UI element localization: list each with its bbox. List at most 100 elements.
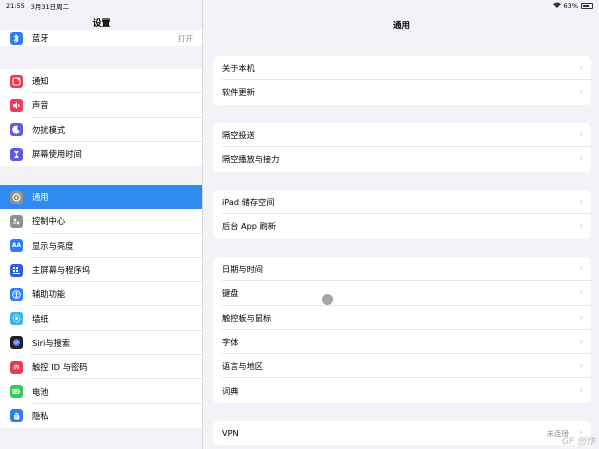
setting-row[interactable]: 触控板与鼠标 ›: [213, 306, 591, 330]
sidebar-group-connectivity: 蓝牙 打开: [0, 30, 202, 46]
sidebar-title: 设置: [92, 19, 111, 29]
settings-sidebar: 设置 蓝牙 打开 通知声音勿扰模式屏幕使用时间 通用控制中心 AA 显示与亮度主屏幕…: [0, 0, 203, 449]
setting-row-label: 字体: [222, 337, 239, 348]
setting-row[interactable]: 隔空播放与接力 ›: [213, 147, 591, 171]
settings-group: 隔空投送 › 隔空播放与接力 ›: [213, 123, 591, 172]
sidebar-item-label: 控制中心: [32, 216, 66, 227]
gear-icon: [10, 190, 23, 204]
sidebar-group-general: 通用控制中心 AA 显示与亮度主屏幕与程序坞 辅助功能墙纸 Siri与搜索触控 ID 与…: [0, 185, 202, 428]
settings-group: 日期与时间 › 键盘 › 触控板与鼠标 › 字体 › 语言与地区 › 词典 ›: [213, 257, 591, 403]
status-time: 21:55: [6, 1, 25, 10]
sounds-icon: [10, 98, 23, 112]
chevron-right-icon: ›: [579, 337, 583, 348]
sidebar-item-accessibility[interactable]: 辅助功能: [0, 282, 202, 307]
setting-row-label: iPad 储存空间: [222, 197, 275, 208]
sidebar-group-notifications: 通知声音勿扰模式屏幕使用时间: [0, 69, 202, 167]
chevron-right-icon: ›: [579, 221, 583, 232]
chevron-right-icon: ›: [579, 312, 583, 323]
home-screen-icon: [10, 263, 23, 277]
sidebar-item-control-center[interactable]: 控制中心: [0, 209, 202, 234]
sidebar-item-gear[interactable]: 通用: [0, 185, 202, 210]
sidebar-item-hand[interactable]: 隐私: [0, 404, 202, 428]
sidebar-item-home-screen[interactable]: 主屏幕与程序坞: [0, 258, 202, 283]
setting-row-label: 日期与时间: [222, 264, 263, 275]
sidebar-item-label: 勿扰模式: [32, 124, 66, 135]
setting-row[interactable]: 软件更新 ›: [213, 80, 591, 104]
sidebar-item-label: 触控 ID 与密码: [32, 362, 88, 373]
siri-icon: [10, 336, 23, 350]
sidebar-item-label: 屏幕使用时间: [32, 149, 82, 160]
setting-row-label: 词典: [222, 385, 239, 396]
sidebar-item-siri[interactable]: Siri与搜索: [0, 331, 202, 356]
chevron-right-icon: ›: [579, 87, 583, 98]
notifications-icon: [10, 74, 23, 88]
setting-row-label: VPN: [222, 428, 239, 439]
sidebar-item-sounds[interactable]: 声音: [0, 93, 202, 118]
sidebar-item-label: 电池: [32, 386, 49, 397]
setting-row-label: 触控板与鼠标: [222, 312, 272, 323]
control-center-icon: [10, 214, 23, 228]
sidebar-item-label: 墙纸: [32, 313, 49, 324]
setting-row[interactable]: 词典 ›: [213, 378, 591, 402]
sidebar-item-label: 主屏幕与程序坞: [32, 265, 91, 276]
status-bar: 21:55 3月31日周二 63%: [0, 0, 599, 11]
setting-row[interactable]: 隔空投送 ›: [213, 123, 591, 148]
setting-row[interactable]: 字体 ›: [213, 330, 591, 355]
sidebar-item-label: 通用: [32, 192, 49, 203]
wallpaper-icon: [10, 312, 23, 326]
general-settings-panel: 通用 关于本机 › 软件更新 › 隔空投送 › 隔空播放与接力 › iPad 储存空间 › 后台 A…: [204, 0, 599, 449]
battery-percent: 63%: [563, 1, 578, 10]
sidebar-item-battery[interactable]: 电池: [0, 379, 202, 404]
chevron-right-icon: ›: [579, 197, 583, 208]
sidebar-item-wallpaper[interactable]: 墙纸: [0, 306, 202, 331]
accessibility-icon: [10, 287, 23, 301]
chevron-right-icon: ›: [579, 154, 583, 165]
settings-group: 关于本机 › 软件更新 ›: [213, 56, 591, 105]
pointer-cursor: [322, 294, 333, 305]
chevron-right-icon: ›: [579, 361, 583, 372]
chevron-right-icon: ›: [579, 130, 583, 141]
chevron-right-icon: ›: [579, 385, 583, 396]
setting-row[interactable]: 键盘 ›: [213, 281, 591, 306]
status-date: 3月31日周二: [30, 2, 70, 11]
chevron-right-icon: ›: [579, 264, 583, 275]
setting-row[interactable]: 关于本机 ›: [213, 56, 591, 81]
setting-row-label: 软件更新: [222, 87, 255, 98]
settings-group: iPad 储存空间 › 后台 App 刷新 ›: [213, 190, 591, 239]
sidebar-item-hourglass[interactable]: 屏幕使用时间: [0, 142, 202, 166]
hourglass-icon: [10, 147, 23, 161]
wifi-icon: [552, 2, 561, 10]
sidebar-item-label: 通知: [32, 76, 49, 87]
setting-row-label: 关于本机: [222, 63, 255, 74]
status-right: 63%: [552, 1, 593, 10]
watermark-logo: GF 创作: [561, 437, 595, 447]
bluetooth-icon: [10, 31, 23, 45]
moon-icon: [10, 123, 23, 137]
sidebar-item-value: 打开: [178, 33, 193, 43]
sidebar-item-touch-id[interactable]: 触控 ID 与密码: [0, 355, 202, 380]
setting-row[interactable]: 后台 App 刷新 ›: [213, 214, 591, 238]
sidebar-item-label: 蓝牙: [32, 33, 49, 43]
setting-row-label: 语言与地区: [222, 361, 263, 372]
sidebar-item-display[interactable]: AA 显示与亮度: [0, 234, 202, 258]
battery-status-icon: [581, 2, 593, 9]
page-title: 通用: [392, 21, 410, 31]
setting-row-label: 隔空播放与接力: [222, 154, 280, 165]
sidebar-item-notifications[interactable]: 通知: [0, 69, 202, 94]
setting-row[interactable]: 日期与时间 ›: [213, 257, 591, 282]
hand-icon: [10, 409, 23, 423]
sidebar-item-moon[interactable]: 勿扰模式: [0, 118, 202, 142]
chevron-right-icon: ›: [579, 288, 583, 299]
touch-id-icon: [10, 360, 23, 374]
sidebar-item-label: 辅助功能: [32, 289, 66, 300]
setting-row-label: 键盘: [222, 288, 239, 299]
sidebar-item-bluetooth[interactable]: 蓝牙 打开: [0, 30, 202, 46]
battery-icon: [10, 385, 23, 399]
sidebar-item-label: 声音: [32, 100, 49, 111]
setting-row-label: 后台 App 刷新: [222, 221, 276, 232]
sidebar-item-label: Siri与搜索: [32, 337, 71, 348]
setting-row-vpn[interactable]: VPN 未连接 ›: [213, 421, 591, 445]
setting-row[interactable]: 语言与地区 ›: [213, 354, 591, 379]
sidebar-item-label: 隐私: [32, 410, 49, 421]
setting-row[interactable]: iPad 储存空间 ›: [213, 190, 591, 215]
